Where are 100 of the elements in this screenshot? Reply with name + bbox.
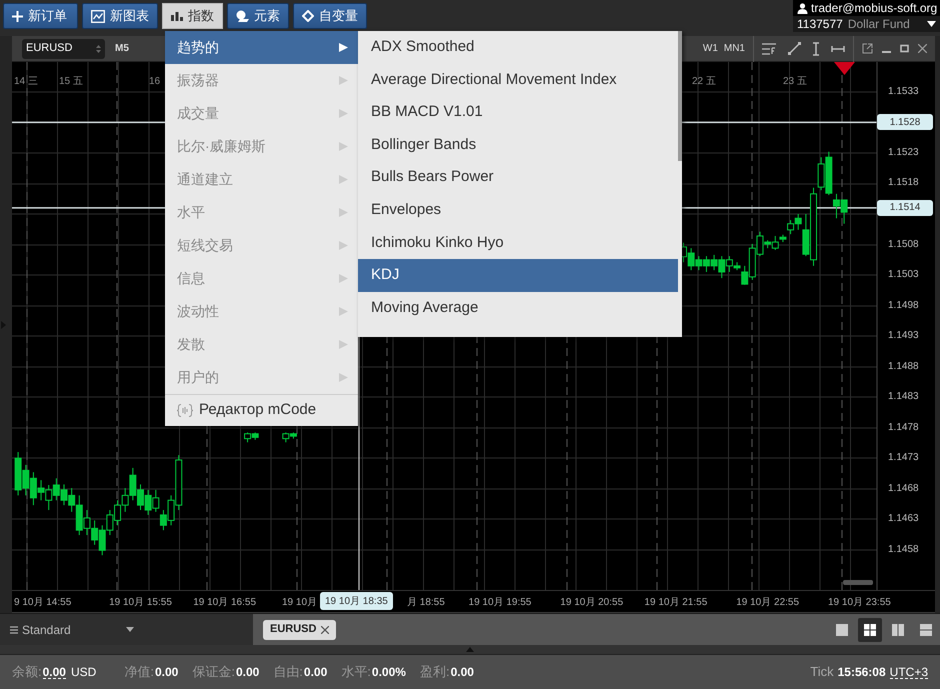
account-selector[interactable]: 1137577 Dollar Fund xyxy=(793,16,940,32)
timeframe-button[interactable]: M5 xyxy=(115,41,129,56)
price-label: 1.1483 xyxy=(888,392,919,402)
submenu-item[interactable]: ADX Smoothed xyxy=(358,31,678,64)
time-label: 19 10月 20:55 xyxy=(560,596,624,610)
fibonacci-icon[interactable] xyxy=(762,42,776,54)
dropdown-caret-icon xyxy=(126,627,134,632)
user-icon xyxy=(797,2,808,14)
submenu-arrow-icon xyxy=(339,307,348,316)
scrollbar[interactable] xyxy=(843,580,873,585)
status-label: 保证金: xyxy=(192,663,235,682)
submenu-arrow-icon xyxy=(339,373,348,382)
close-icon[interactable] xyxy=(918,44,927,53)
currency-label: USD xyxy=(70,664,96,681)
price-label: 1.1498 xyxy=(888,300,919,311)
timeframe-button[interactable]: MN1 xyxy=(724,41,745,56)
scrollbar[interactable] xyxy=(678,31,682,161)
status-value: 0.00 xyxy=(304,664,328,681)
submenu-arrow-icon xyxy=(339,241,348,250)
time-label: 19 10月 23:55 xyxy=(828,596,891,610)
price-label: 1.1473 xyxy=(888,453,919,464)
status-label: 净值: xyxy=(124,663,154,682)
price-label: 1.1493 xyxy=(888,331,919,342)
submenu-item[interactable]: BB MACD V1.01 xyxy=(358,96,678,129)
status-value: 0.00 xyxy=(236,664,260,681)
submenu-item[interactable]: Envelopes xyxy=(358,194,678,227)
price-label: 1.1508 xyxy=(888,240,919,250)
columns-icon xyxy=(892,624,904,636)
date-label: 22 五 xyxy=(692,75,716,89)
detach-icon[interactable] xyxy=(862,43,873,54)
price-label: 1.1523 xyxy=(888,148,919,158)
date-label: 14 三 xyxy=(14,75,38,89)
submenu-item[interactable]: Ichimoku Kinko Hyo xyxy=(358,226,678,260)
price-line-label: 1.1514 xyxy=(877,200,933,216)
price-label: 1.1458 xyxy=(888,544,919,555)
price-label: 1.1533 xyxy=(888,86,919,97)
toolbar-button[interactable]: 元素 xyxy=(227,3,289,29)
menu-item[interactable]: Редактор mCode xyxy=(165,394,358,426)
time-label: 19 10月 22:55 xyxy=(736,596,800,610)
status-label: 余额: xyxy=(12,663,42,682)
bar-chart-icon xyxy=(171,11,183,21)
submenu-item[interactable]: KDJ xyxy=(358,259,678,292)
submenu-arrow-icon xyxy=(339,274,348,283)
trendline-icon[interactable] xyxy=(788,42,801,55)
price-label: 1.1478 xyxy=(888,422,919,433)
code-icon xyxy=(177,404,193,417)
status-value: 0.00 xyxy=(450,664,474,681)
submenu-arrow-icon xyxy=(339,109,348,118)
plus-icon xyxy=(12,10,23,22)
timezone-selector[interactable]: UTC+3 xyxy=(890,666,928,678)
toolbar-button[interactable]: 指数 xyxy=(162,3,223,29)
status-value: 0.00% xyxy=(372,664,406,681)
tick-time: 15:56:08 xyxy=(838,664,886,681)
submenu-arrow-icon xyxy=(339,76,348,85)
date-label: 15 五 xyxy=(59,75,83,89)
close-icon xyxy=(321,626,330,634)
grid-icon xyxy=(864,624,876,636)
toolbar-button[interactable]: 新图表 xyxy=(82,3,158,29)
price-label: 1.1518 xyxy=(888,178,919,188)
time-label: 9 10月 14:55 xyxy=(14,596,72,610)
symbol-selector[interactable]: EURUSD xyxy=(22,38,105,58)
horizontal-line-icon[interactable] xyxy=(831,46,845,52)
shapes-icon xyxy=(236,10,249,22)
submenu-item[interactable]: Average Directional Movement Index xyxy=(358,64,678,96)
submenu-item[interactable]: Bollinger Bands xyxy=(358,128,678,162)
price-label: 1.1488 xyxy=(888,362,919,372)
vertical-line-icon[interactable] xyxy=(813,42,819,56)
timeframe-button[interactable]: W1 xyxy=(702,41,718,56)
menu-icon xyxy=(10,626,18,634)
diamond-icon xyxy=(302,10,314,22)
menu-item[interactable]: 趋势的 xyxy=(165,31,358,64)
chart-tab[interactable]: EURUSD xyxy=(263,620,336,640)
status-label: 自由: xyxy=(273,663,303,682)
rows-icon xyxy=(920,624,932,636)
submenu-arrow-icon xyxy=(339,340,348,349)
submenu-arrow-icon xyxy=(339,208,348,217)
submenu-item[interactable]: Moving Average xyxy=(358,292,678,324)
tick-label: Tick xyxy=(810,663,834,682)
submenu-item[interactable]: Bulls Bears Power xyxy=(358,161,678,194)
spinner-icon xyxy=(96,44,101,54)
price-label: 1.1503 xyxy=(888,270,919,280)
status-value: 0.00 xyxy=(154,664,178,681)
grid-layout-button[interactable] xyxy=(858,618,882,642)
submenu-arrow-icon xyxy=(339,43,348,52)
submenu-arrow-icon xyxy=(339,175,348,184)
chart-icon xyxy=(91,10,105,22)
layout-selector[interactable]: Standard xyxy=(10,620,134,638)
maximize-icon[interactable] xyxy=(900,44,909,53)
time-label: 19 10月 15:55 xyxy=(109,596,172,610)
toolbar-button[interactable]: 自变量 xyxy=(293,3,367,29)
toolbar-button[interactable]: 新订单 xyxy=(3,3,78,29)
price-label: 1.1468 xyxy=(888,484,919,494)
time-label: 19 10月 21:55 xyxy=(644,596,708,610)
status-value: 0.00 xyxy=(42,666,66,678)
time-label: 19 10月 xyxy=(282,596,318,610)
date-label: 23 五 xyxy=(783,75,807,89)
submenu-arrow-icon xyxy=(339,142,348,151)
time-label: 19 10月 16:55 xyxy=(193,596,256,610)
crosshair-time-label: 19 10月 18:35 xyxy=(320,592,393,610)
time-label: 19 10月 19:55 xyxy=(468,596,532,610)
